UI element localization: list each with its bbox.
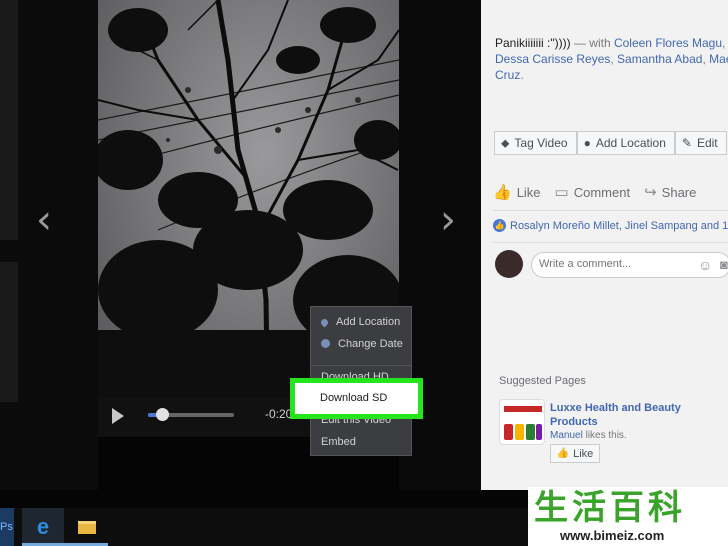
location-pin-icon [319, 317, 330, 328]
post-caption: Panikiiiiiii :")))) — with Coleen Flores… [495, 35, 728, 83]
tagged-friend[interactable]: Dessa Carisse Reyes [495, 52, 610, 66]
comment-input[interactable] [539, 258, 689, 270]
background-ghost-block [0, 0, 18, 240]
suggested-pages-heading: Suggested Pages [499, 375, 586, 387]
menu-item-embed[interactable]: Embed [321, 436, 356, 448]
like-button[interactable]: 👍 Like [493, 183, 541, 201]
camera-icon[interactable]: ◙ [720, 257, 728, 272]
post-side-panel: Panikiiiiiii :")))) — with Coleen Flores… [481, 0, 728, 490]
thumbs-up-icon: 👍 [556, 448, 570, 459]
watermark-chars: 生活百科 [534, 488, 686, 528]
scrubber-handle[interactable] [156, 408, 169, 421]
add-location-button[interactable]: ● Add Location [576, 131, 675, 155]
menu-item-add-location[interactable]: Add Location [319, 316, 400, 328]
clock-icon [321, 339, 330, 348]
background-page-strip [0, 0, 98, 490]
caption-text: Panikiiiiiii :")))) [495, 36, 574, 50]
download-sd-label: Download SD [320, 392, 388, 404]
comment-button[interactable]: ▭ Comment [555, 183, 631, 201]
time-remaining: -0:20 [265, 407, 293, 421]
tag-video-button[interactable]: ⬥ Tag Video [494, 131, 577, 155]
menu-item-download-sd[interactable]: Download SD [290, 378, 423, 419]
tag-icon: ⬥ [501, 135, 510, 150]
page-likers: Manuel likes this. [550, 430, 627, 441]
watermark-logo: 生活百科 www.bimeiz.com [528, 487, 728, 546]
avatar[interactable] [495, 250, 523, 278]
play-icon[interactable] [112, 408, 124, 424]
page-like-button[interactable]: 👍 Like [550, 444, 600, 463]
comment-field[interactable]: ☺ ◙ [531, 252, 728, 278]
menu-item-change-date[interactable]: Change Date [321, 338, 403, 350]
photoshop-taskbar-icon[interactable]: Ps [0, 508, 14, 546]
share-arrow-icon: ↪ [644, 184, 657, 201]
menu-divider [311, 365, 411, 366]
post-actions: 👍 Like ▭ Comment ↪ Share [493, 183, 696, 201]
next-arrow-icon[interactable]: › [440, 200, 456, 240]
edit-button[interactable]: ✎ Edit [674, 131, 727, 155]
thumbs-up-icon: 👍 [493, 184, 512, 201]
reaction-summary[interactable]: 👍 Rosalyn Moreño Millet, Jinel Sampang an… [493, 219, 728, 232]
share-button[interactable]: ↪ Share [644, 183, 696, 201]
tagged-friend[interactable]: Coleen Flores Magu [614, 36, 722, 50]
watermark-url: www.bimeiz.com [560, 528, 665, 543]
comment-bubble-icon: ▭ [554, 184, 569, 201]
edge-browser-icon[interactable]: e [22, 508, 64, 546]
screen: ‹ › -0:20 Add Location Change Date Downl… [0, 0, 728, 546]
divider [493, 210, 728, 211]
location-pin-icon: ● [583, 136, 591, 150]
pencil-icon: ✎ [681, 136, 692, 150]
post-edit-toolbar: ⬥ Tag Video ● Add Location ✎ Edit [494, 131, 727, 155]
background-ghost-block [0, 262, 18, 402]
like-reaction-icon: 👍 [493, 219, 506, 232]
previous-arrow-icon[interactable]: ‹ [36, 200, 52, 240]
folder-icon [78, 520, 96, 534]
tagged-friend[interactable]: Samantha Abad [617, 52, 702, 66]
file-explorer-icon[interactable] [66, 508, 108, 546]
page-thumbnail[interactable] [499, 399, 545, 445]
divider [493, 242, 728, 243]
emoji-icon[interactable]: ☺ [698, 257, 712, 273]
with-label: — with [573, 36, 614, 50]
suggested-page-name[interactable]: Luxxe Health and Beauty Products [550, 401, 690, 429]
